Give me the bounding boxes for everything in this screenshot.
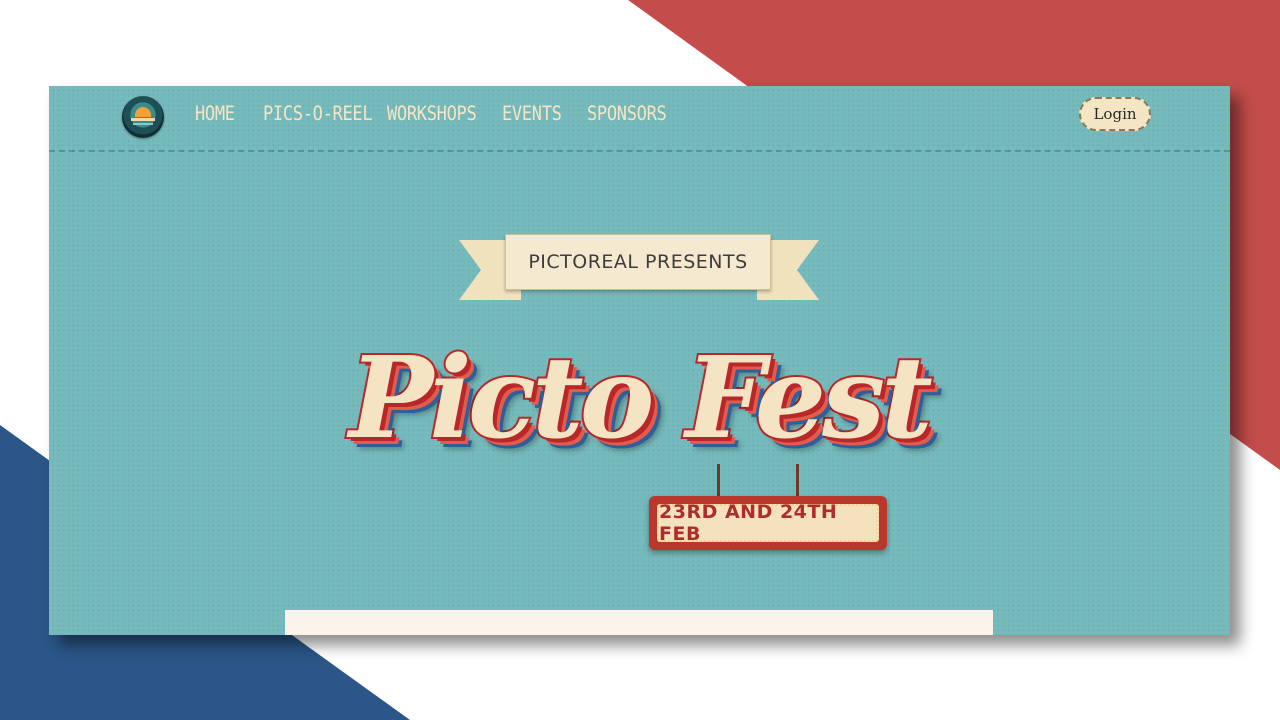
nav-link-events[interactable]: Events [502,103,562,126]
nav-link-workshops[interactable]: Workshops [387,103,477,126]
content-card [285,610,993,635]
presents-ribbon: Pictoreal Presents [459,234,819,304]
nav-link-pics-o-reel[interactable]: Pics-O-Reel [263,103,373,126]
website-frame: Home Pics-O-Reel Workshops Events Sponso… [49,86,1230,635]
logo-stripe [131,118,155,121]
navbar: Home Pics-O-Reel Workshops Events Sponso… [49,86,1230,152]
login-button[interactable]: Login [1079,97,1151,131]
nav-link-home[interactable]: Home [195,103,235,126]
logo-sun-icon [135,107,151,117]
date-sign: 23RD AND 24TH FEB [649,496,887,550]
sign-pole-left [717,464,720,498]
ribbon-text: Pictoreal Presents [505,234,771,290]
event-date: 23RD AND 24TH FEB [657,501,879,545]
logo-stripe-2 [133,123,153,125]
site-logo[interactable] [122,96,164,138]
sign-pole-right [796,464,799,498]
festival-title: Picto Fest [347,332,935,466]
nav-link-sponsors[interactable]: Sponsors [587,103,667,126]
